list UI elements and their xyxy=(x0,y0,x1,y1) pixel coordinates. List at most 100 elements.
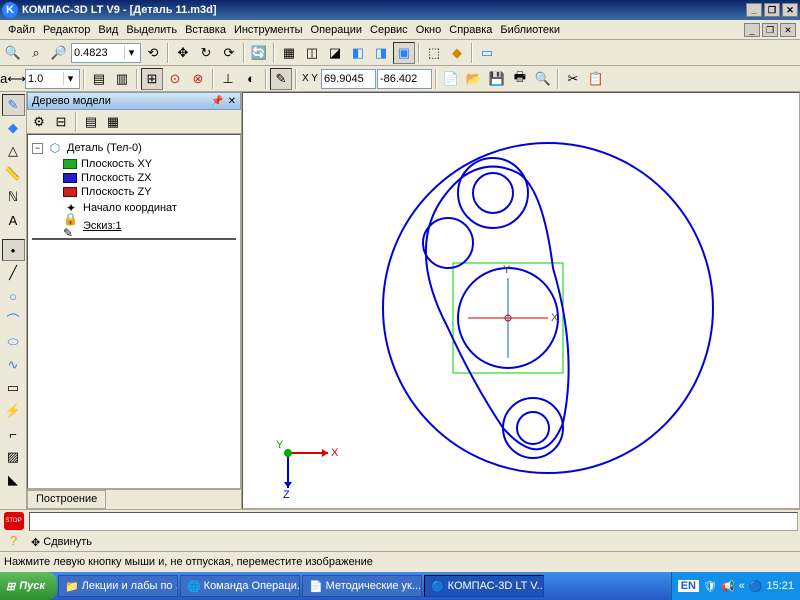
orbit-icon[interactable]: ⟳ xyxy=(218,42,240,64)
tray-shield-icon[interactable]: 🛡 xyxy=(703,580,717,593)
expander-icon[interactable]: − xyxy=(32,143,43,154)
command-input[interactable] xyxy=(29,512,798,531)
preview-icon[interactable]: 🔍 xyxy=(532,68,554,90)
view-simplify-icon[interactable]: ▭ xyxy=(476,42,498,64)
coord-x-input[interactable]: 69.9045 xyxy=(321,69,376,89)
tool-aux-icon[interactable]: △ xyxy=(2,140,25,162)
view-perspective-icon[interactable]: ▣ xyxy=(393,42,415,64)
tree-sheet-icon[interactable]: ▦ xyxy=(103,112,123,132)
sketch-mode-icon[interactable]: ✎ xyxy=(270,68,292,90)
tool-ellipse-icon[interactable]: ⬭ xyxy=(2,331,25,353)
tool-sketch-icon[interactable]: ✎ xyxy=(2,94,25,116)
tool-fillet-icon[interactable]: ⌐ xyxy=(2,423,25,445)
zoom-combo[interactable]: 0.4823 ▾ xyxy=(71,43,141,63)
coord-y-input[interactable]: -86.402 xyxy=(377,69,432,89)
tree-item-plane-xy[interactable]: Плоскость XY xyxy=(48,157,236,171)
menu-service[interactable]: Сервис xyxy=(366,22,412,38)
tool-surface-icon[interactable]: ◆ xyxy=(2,117,25,139)
menu-help[interactable]: Справка xyxy=(445,22,496,38)
tree-plus-icon[interactable]: ⊟ xyxy=(51,112,71,132)
start-button[interactable]: ⊞ Пуск xyxy=(0,572,57,600)
tree-root[interactable]: − ⬡ Деталь (Тел-0) xyxy=(32,139,236,157)
cut-icon[interactable]: ✂ xyxy=(562,68,584,90)
layer2-icon[interactable]: ▥ xyxy=(111,68,133,90)
ortho-icon[interactable]: ⊥ xyxy=(217,68,239,90)
tool-text-icon[interactable]: A xyxy=(2,209,25,231)
new-icon[interactable]: 📄 xyxy=(440,68,462,90)
tree-list-icon[interactable]: ▤ xyxy=(81,112,101,132)
menu-insert[interactable]: Вставка xyxy=(181,22,230,38)
scale-icon[interactable]: a⟷ xyxy=(2,68,24,90)
task-item[interactable]: 📄Методические ук... xyxy=(302,575,422,597)
snap-mid-icon[interactable]: ⊗ xyxy=(187,68,209,90)
tree-item-plane-zy[interactable]: Плоскость ZY xyxy=(48,185,236,199)
clock[interactable]: 15:21 xyxy=(766,580,794,592)
tray-app-icon[interactable]: 🔵 xyxy=(749,580,763,593)
round-icon[interactable]: ◐ xyxy=(240,68,262,90)
maximize-button[interactable]: ❐ xyxy=(764,3,780,17)
tool-spline-icon[interactable]: ∿ xyxy=(2,354,25,376)
zoom-window-icon[interactable]: 🔍 xyxy=(2,42,24,64)
task-item[interactable]: 🌐Команда Операци... xyxy=(180,575,300,597)
tool-hatch-icon[interactable]: ▨ xyxy=(2,446,25,468)
menu-select[interactable]: Выделить xyxy=(122,22,181,38)
view-mode-icon[interactable]: ◆ xyxy=(446,42,468,64)
open-icon[interactable]: 📂 xyxy=(463,68,485,90)
tree-config-icon[interactable]: ⚙ xyxy=(29,112,49,132)
menu-operations[interactable]: Операции xyxy=(307,22,366,38)
save-icon[interactable]: 💾 xyxy=(486,68,508,90)
tree-header[interactable]: Дерево модели 📌 ✕ xyxy=(27,92,241,110)
view-shaded-edges-icon[interactable]: ◨ xyxy=(370,42,392,64)
tool-arc-icon[interactable]: ⌒ xyxy=(2,308,25,330)
stop-icon[interactable]: STOP xyxy=(4,512,24,530)
refresh-icon[interactable]: 🔄 xyxy=(248,42,270,64)
move-tab[interactable]: ✥ Сдвинуть xyxy=(27,533,800,551)
menu-file[interactable]: Файл xyxy=(4,22,39,38)
tool-measure-icon[interactable]: 📏 xyxy=(2,163,25,185)
close-button[interactable]: ✕ xyxy=(782,3,798,17)
lang-indicator[interactable]: EN xyxy=(678,580,699,592)
view-iso-icon[interactable]: ⬚ xyxy=(423,42,445,64)
zoom-in-icon[interactable]: 🔎 xyxy=(48,42,70,64)
tool-point-icon[interactable]: • xyxy=(2,239,25,261)
dropdown-icon[interactable]: ▾ xyxy=(124,46,138,59)
layer-icon[interactable]: ▤ xyxy=(88,68,110,90)
rotate-icon[interactable]: ↻ xyxy=(195,42,217,64)
tool-line-icon[interactable]: ╱ xyxy=(2,262,25,284)
tree-item-sketch1[interactable]: 🔒✎ Эскиз:1 xyxy=(48,217,236,235)
scale-combo[interactable]: 1.0 ▾ xyxy=(25,69,80,89)
view-nohidden-icon[interactable]: ◪ xyxy=(324,42,346,64)
tool-chamfer-icon[interactable]: ◣ xyxy=(2,469,25,491)
doc-close-button[interactable]: ✕ xyxy=(780,23,796,37)
pin-icon[interactable]: 📌 xyxy=(211,96,223,107)
tree-item-plane-zx[interactable]: Плоскость ZX xyxy=(48,171,236,185)
view-wireframe-icon[interactable]: ▦ xyxy=(278,42,300,64)
tool-circle-icon[interactable]: ○ xyxy=(2,285,25,307)
tray-speaker-icon[interactable]: 📢 xyxy=(721,580,735,593)
task-item[interactable]: 📁Лекции и лабы по ... xyxy=(58,575,178,597)
copy-icon[interactable]: 📋 xyxy=(585,68,607,90)
tree-body[interactable]: − ⬡ Деталь (Тел-0) Плоскость XY Плоскост… xyxy=(27,134,241,489)
print-icon[interactable]: 🖶 xyxy=(509,68,531,90)
pan-icon[interactable]: ✥ xyxy=(172,42,194,64)
view-shaded-icon[interactable]: ◧ xyxy=(347,42,369,64)
tool-polyline-icon[interactable]: ⚡ xyxy=(2,400,25,422)
menu-libs[interactable]: Библиотеки xyxy=(496,22,564,38)
zoom-fit-icon[interactable]: ⌕ xyxy=(25,42,47,64)
menu-view[interactable]: Вид xyxy=(94,22,122,38)
zoom-prev-icon[interactable]: ⟲ xyxy=(142,42,164,64)
snap-end-icon[interactable]: ⊙ xyxy=(164,68,186,90)
dropdown-icon[interactable]: ▾ xyxy=(63,72,77,85)
tool-spatial-icon[interactable]: ℕ xyxy=(2,186,25,208)
menu-editor[interactable]: Редактор xyxy=(39,22,94,38)
minimize-button[interactable]: _ xyxy=(746,3,762,17)
menu-tools[interactable]: Инструменты xyxy=(230,22,307,38)
system-tray[interactable]: EN 🛡 📢 « 🔵 15:21 xyxy=(671,572,800,600)
snap-grid-icon[interactable]: ⊞ xyxy=(141,68,163,90)
viewport[interactable]: X Y X Z Y xyxy=(242,92,800,509)
task-item-active[interactable]: 🔵КОМПАС-3D LT V... xyxy=(424,575,544,597)
view-hidden-icon[interactable]: ◫ xyxy=(301,42,323,64)
tree-tab-build[interactable]: Построение xyxy=(27,490,106,509)
help-icon[interactable]: ? xyxy=(4,531,24,549)
tree-close-icon[interactable]: ✕ xyxy=(228,96,236,107)
